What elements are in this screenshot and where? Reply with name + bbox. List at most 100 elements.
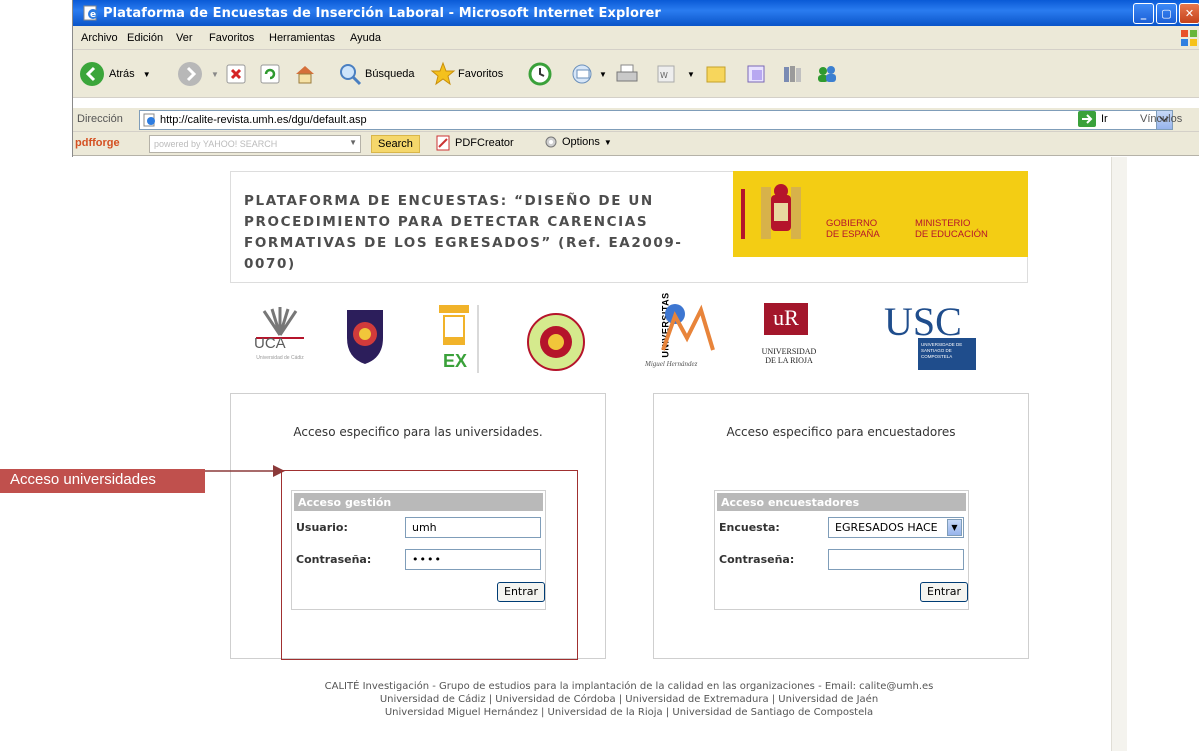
- usc-sublabel: UNIVERSIDADE DE SANTIAGO DE COMPOSTELA: [918, 338, 976, 370]
- books-icon: [784, 66, 801, 82]
- interviewer-login-title: Acceso encuestadores: [717, 493, 966, 511]
- rioja-mark: uR: [764, 303, 808, 335]
- history-button[interactable]: [527, 58, 553, 90]
- svg-text:W: W: [660, 71, 668, 80]
- windows-logo-icon: [1181, 30, 1197, 46]
- interviewer-access-heading: Acceso especifico para encuestadores: [726, 425, 956, 439]
- yahoo-search-input[interactable]: powered by YAHOO! SEARCH ▼: [149, 135, 361, 153]
- go-label: Ir: [1101, 113, 1108, 125]
- books-button[interactable]: [781, 58, 805, 90]
- svg-text:e: e: [90, 10, 96, 20]
- address-label: Dirección: [77, 113, 123, 125]
- word-icon: W: [657, 65, 675, 83]
- uca-label: UCA: [254, 335, 286, 352]
- menu-edicion[interactable]: Edición: [127, 32, 163, 44]
- menu-bar: Archivo Edición Ver Favoritos Herramient…: [73, 26, 1199, 50]
- usc-logo: USC UNIVERSIDADE DE SANTIAGO DE COMPOSTE…: [884, 299, 994, 372]
- interviewer-password-label: Contraseña:: [719, 553, 795, 566]
- interviewer-submit-button[interactable]: Entrar: [920, 582, 969, 602]
- footer-line-1: CALITÉ Investigación - Grupo de estudios…: [324, 681, 934, 692]
- discuss-button[interactable]: [705, 58, 727, 90]
- mail-button[interactable]: ▼: [571, 58, 607, 90]
- address-input[interactable]: http://calite-revista.umh.es/dgu/default…: [139, 110, 1173, 130]
- research-icon: [747, 65, 765, 83]
- forward-button[interactable]: ▼: [177, 58, 219, 90]
- pdf-icon: [436, 135, 450, 151]
- ministerio-text: MINISTERIO DE EDUCACIÓN: [915, 218, 988, 240]
- star-icon: [430, 61, 456, 86]
- menu-archivo[interactable]: Archivo: [81, 32, 118, 44]
- extremadura-logo: EX: [435, 303, 485, 375]
- gear-icon: [545, 136, 557, 148]
- yahoo-search-placeholder: powered by YAHOO! SEARCH: [154, 139, 278, 149]
- back-arrow-icon: [80, 62, 104, 86]
- page-title: PLATAFORMA DE ENCUESTAS: “DISEÑO DE UN P…: [244, 193, 683, 272]
- page-icon: [143, 113, 155, 127]
- yahoo-search-button[interactable]: Search: [371, 135, 420, 153]
- mail-icon: [572, 64, 592, 84]
- pdfcreator-button[interactable]: PDFCreator: [435, 135, 514, 151]
- pdfforge-toolbar: pdfforge powered by YAHOO! SEARCH ▼ Sear…: [73, 132, 1199, 156]
- search-icon: [340, 64, 362, 86]
- vertical-scrollbar[interactable]: [1111, 157, 1127, 751]
- jaen-seal-icon: [527, 313, 585, 371]
- back-label: Atrás: [109, 68, 135, 80]
- search-label: Búsqueda: [365, 68, 415, 80]
- rioja-logo: uR UNIVERSIDAD DE LA RIOJA: [755, 303, 825, 373]
- menu-ayuda[interactable]: Ayuda: [350, 32, 381, 44]
- coat-of-arms-icon: [741, 184, 801, 239]
- back-button[interactable]: Atrás ▼: [79, 58, 151, 90]
- forward-arrow-icon: [178, 62, 202, 86]
- menu-ver[interactable]: Ver: [176, 32, 193, 44]
- menu-favoritos[interactable]: Favoritos: [209, 32, 254, 44]
- interviewer-login-box: Acceso encuestadores Encuesta: EGRESADOS…: [714, 490, 969, 610]
- annotation-arrow-icon: [205, 465, 285, 477]
- options-button[interactable]: Options ▼: [544, 135, 612, 149]
- annotation-highlight-box: [281, 470, 578, 660]
- menu-herramientas[interactable]: Herramientas: [269, 32, 335, 44]
- refresh-button[interactable]: [259, 58, 281, 90]
- interviewer-password-input[interactable]: [828, 549, 964, 570]
- print-button[interactable]: [615, 58, 639, 90]
- edit-button[interactable]: W ▼: [655, 58, 695, 90]
- go-button[interactable]: Ir: [1077, 110, 1108, 128]
- umh-logo: UNIVERSITAS Miguel Hernández: [645, 292, 725, 372]
- close-button[interactable]: ✕: [1179, 3, 1199, 24]
- users-button[interactable]: [815, 58, 841, 90]
- messenger-button[interactable]: [745, 58, 769, 90]
- footer-line-2: Universidad de Cádiz | Universidad de Có…: [379, 694, 879, 705]
- favorites-label: Favoritos: [458, 68, 504, 80]
- footer-line-3: Universidad Miguel Hernández | Universid…: [384, 707, 874, 718]
- maximize-button[interactable]: ▢: [1156, 3, 1177, 24]
- pdfcreator-label: PDFCreator: [455, 137, 514, 149]
- uca-sublabel: Universidad de Cádiz: [256, 355, 304, 361]
- umh-mark-icon: [661, 304, 715, 351]
- cordoba-logo: [343, 306, 387, 366]
- stop-icon: [226, 64, 246, 84]
- window-title: Plataforma de Encuestas de Inserción Lab…: [103, 6, 661, 21]
- address-bar: Dirección http://calite-revista.umh.es/d…: [73, 108, 1199, 132]
- title-bar: e Plataforma de Encuestas de Inserción L…: [73, 0, 1199, 26]
- gobierno-ministerio-logo: GOBIERNO DE ESPAÑA MINISTERIO DE EDUCACI…: [733, 171, 1028, 257]
- footer: CALITÉ Investigación - Grupo de estudios…: [230, 680, 1028, 719]
- home-button[interactable]: [293, 58, 317, 90]
- minimize-button[interactable]: _: [1133, 3, 1154, 24]
- gobierno-text: GOBIERNO DE ESPAÑA: [826, 218, 880, 240]
- links-label[interactable]: Vínculos: [1140, 113, 1182, 125]
- options-label: Options: [562, 136, 600, 148]
- survey-select-value: EGRESADOS HACE: [835, 521, 938, 534]
- printer-icon: [616, 64, 638, 82]
- address-url: http://calite-revista.umh.es/dgu/default…: [160, 114, 367, 126]
- extremadura-label: EX: [443, 351, 468, 371]
- cordoba-shield-icon: [347, 310, 383, 364]
- survey-label: Encuesta:: [719, 521, 780, 534]
- interviewer-access-panel: Acceso especifico para encuestadores Acc…: [653, 393, 1029, 659]
- pdfforge-logo[interactable]: pdfforge: [75, 137, 120, 149]
- survey-select[interactable]: EGRESADOS HACE ▼: [828, 517, 964, 538]
- ie-page-icon: e: [83, 5, 98, 21]
- annotation-label: Acceso universidades: [0, 469, 205, 493]
- stop-button[interactable]: [225, 58, 247, 90]
- favorites-button[interactable]: Favoritos: [430, 58, 503, 90]
- go-arrow-icon: [1078, 111, 1096, 127]
- search-button[interactable]: Búsqueda: [337, 58, 415, 90]
